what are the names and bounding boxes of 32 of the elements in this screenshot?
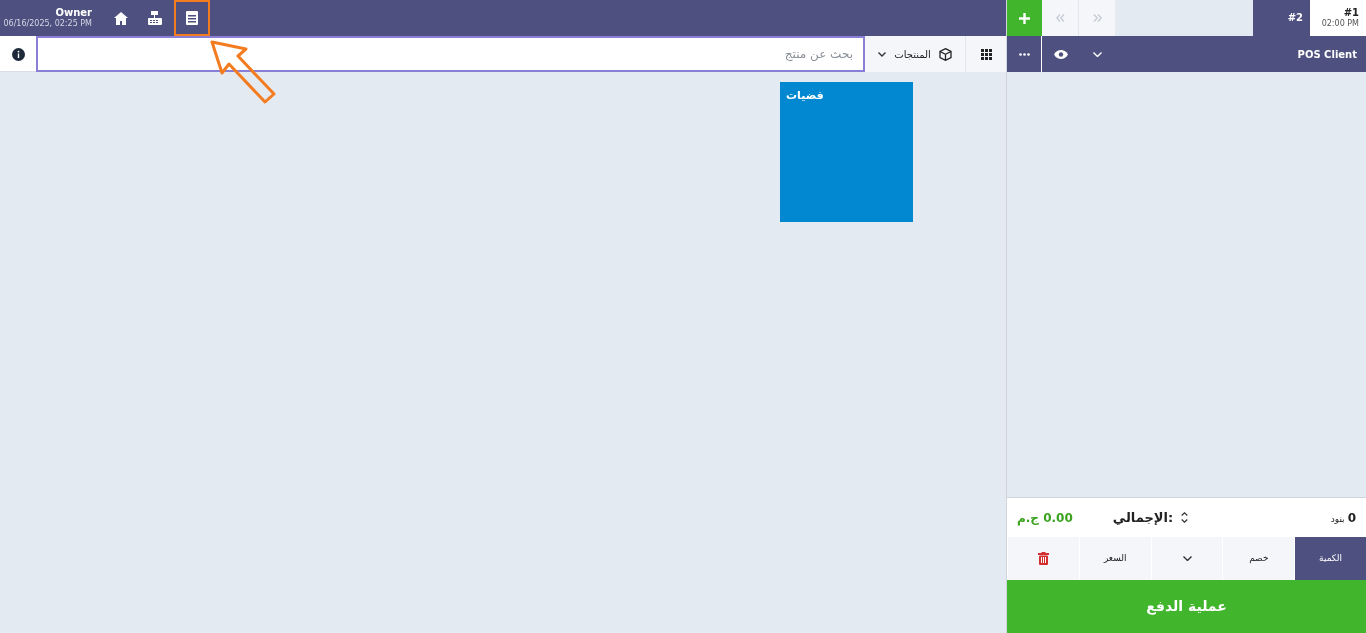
sort-icon xyxy=(1181,512,1189,523)
double-chevron-left-icon xyxy=(1055,14,1065,22)
more-icon xyxy=(1018,52,1030,56)
cash-register-icon xyxy=(148,11,162,25)
double-chevron-right-icon xyxy=(1092,14,1102,22)
trash-icon xyxy=(1037,552,1049,565)
order-tab[interactable]: #2 xyxy=(1253,0,1310,36)
grid-icon xyxy=(980,48,992,60)
chevron-down-icon xyxy=(878,51,887,57)
document-icon xyxy=(186,11,198,25)
category-tile[interactable]: فضيات xyxy=(780,82,913,222)
plus-icon xyxy=(1019,12,1030,24)
mode-button[interactable]: الكمية xyxy=(1294,537,1366,580)
document-button[interactable] xyxy=(174,0,210,36)
chevron-down-icon xyxy=(1092,51,1102,57)
category-dropdown[interactable]: المنتجات xyxy=(865,36,965,72)
order-tab[interactable]: #1 02:00 PM xyxy=(1310,0,1366,36)
total-label: الإجمالي: xyxy=(1112,508,1174,527)
info-icon xyxy=(11,47,25,61)
total-amount: 0.00 ج.م xyxy=(1017,509,1073,527)
items-label: بنود xyxy=(1330,512,1345,526)
date-time: 06/16/2025, 02:25 PM xyxy=(3,19,92,29)
customer-name[interactable]: POS Client xyxy=(1297,46,1357,62)
grid-view-button[interactable] xyxy=(965,36,1006,72)
pointer-arrow-drawing xyxy=(209,39,277,105)
items-count: 0 xyxy=(1347,509,1356,527)
eye-icon xyxy=(1053,49,1068,59)
user-name: Owner xyxy=(55,7,92,19)
box-icon xyxy=(938,47,952,61)
chevron-down-icon xyxy=(1182,556,1192,561)
home-icon xyxy=(114,11,128,25)
search-field[interactable]: بحث عن منتج xyxy=(36,36,865,72)
